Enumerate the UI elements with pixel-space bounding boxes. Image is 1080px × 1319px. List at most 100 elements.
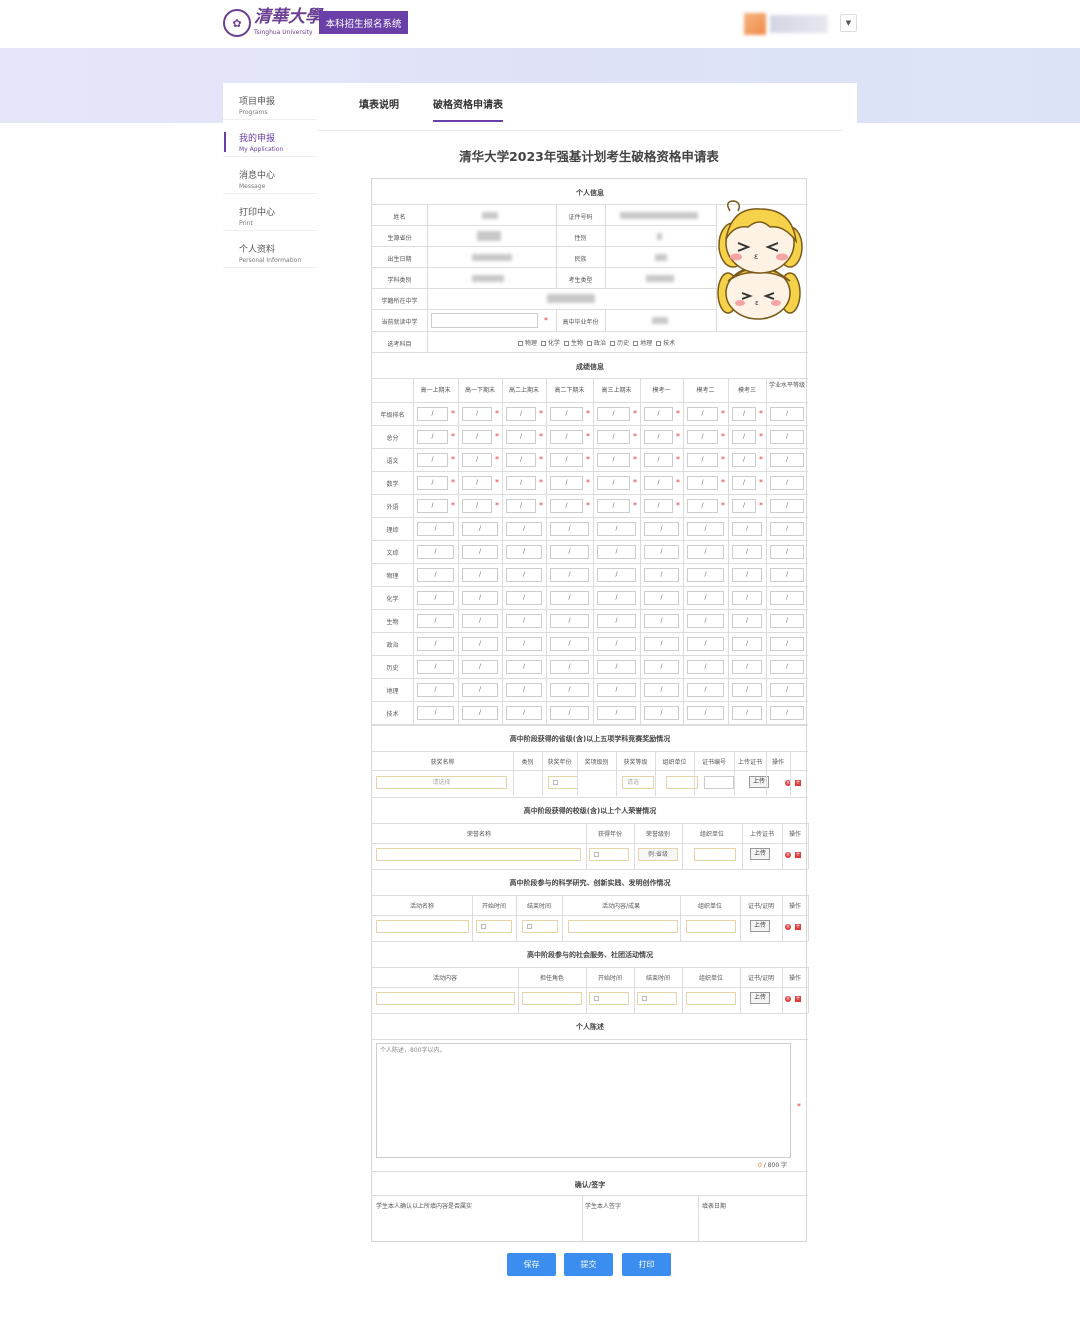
grade-input[interactable]: / xyxy=(770,476,804,490)
grade-input[interactable]: / xyxy=(687,476,718,490)
grade-input[interactable]: / xyxy=(417,637,454,651)
grade-input[interactable]: / xyxy=(417,545,454,559)
grade-input[interactable]: / xyxy=(550,706,589,720)
grade-input[interactable]: / xyxy=(597,407,630,421)
grade-input[interactable]: / xyxy=(770,453,804,467)
avatar[interactable] xyxy=(744,13,766,35)
grade-input[interactable]: / xyxy=(506,522,542,536)
grade-input[interactable]: / xyxy=(506,407,536,421)
grade-input[interactable]: / xyxy=(770,660,804,674)
grade-input[interactable]: / xyxy=(644,407,673,421)
grade-input[interactable]: / xyxy=(687,660,724,674)
grade-input[interactable]: / xyxy=(550,407,583,421)
subject-checkbox-6[interactable]: 技术 xyxy=(652,340,675,347)
grade-input[interactable]: / xyxy=(417,660,454,674)
grade-input[interactable]: / xyxy=(550,660,589,674)
grade-input[interactable]: / xyxy=(462,476,492,490)
grade-input[interactable]: / xyxy=(732,568,762,582)
grade-input[interactable]: / xyxy=(597,660,636,674)
grade-input[interactable]: / xyxy=(506,568,542,582)
grade-input[interactable]: / xyxy=(732,545,762,559)
remove-row-icon[interactable]: × xyxy=(785,852,791,858)
grade-input[interactable]: / xyxy=(644,660,679,674)
tab-application-form[interactable]: 破格资格申请表 xyxy=(433,96,503,122)
grade-input[interactable]: / xyxy=(770,545,804,559)
grade-input[interactable]: / xyxy=(687,706,724,720)
grade-input[interactable]: / xyxy=(597,706,636,720)
personal-statement-textarea[interactable]: 个人陈述，800字以内。 xyxy=(376,1043,791,1158)
subject-checkbox-4[interactable]: 历史 xyxy=(606,340,629,347)
grade-input[interactable]: / xyxy=(550,545,589,559)
grade-input[interactable]: / xyxy=(550,476,583,490)
grade-input[interactable]: / xyxy=(506,660,542,674)
remove-row-icon[interactable]: × xyxy=(785,924,791,930)
grade-input[interactable]: / xyxy=(597,499,630,513)
grade-input[interactable]: / xyxy=(506,614,542,628)
grade-input[interactable]: / xyxy=(462,591,498,605)
grade-input[interactable]: / xyxy=(506,476,536,490)
grade-input[interactable]: / xyxy=(462,407,492,421)
grade-input[interactable]: / xyxy=(687,637,724,651)
upload-button[interactable]: 上传 xyxy=(750,920,770,932)
checkbox-icon[interactable] xyxy=(633,341,639,346)
subject-checkbox-0[interactable]: 物理 xyxy=(514,340,537,347)
grade-input[interactable]: / xyxy=(417,683,454,697)
grade-input[interactable]: / xyxy=(687,614,724,628)
grade-input[interactable]: / xyxy=(687,407,718,421)
grade-input[interactable]: / xyxy=(550,683,589,697)
grade-input[interactable]: / xyxy=(417,476,448,490)
grade-input[interactable]: / xyxy=(687,545,724,559)
upload-button[interactable]: 上传 xyxy=(750,848,770,860)
grade-input[interactable]: / xyxy=(462,522,498,536)
honor-name-input[interactable] xyxy=(376,848,581,861)
role-input[interactable] xyxy=(522,992,582,1005)
award-name-select[interactable]: 请选择 xyxy=(376,776,507,789)
grade-input[interactable]: / xyxy=(462,614,498,628)
checkbox-icon[interactable] xyxy=(656,341,662,346)
add-row-icon[interactable]: + xyxy=(795,996,801,1002)
grade-input[interactable]: / xyxy=(732,499,756,513)
date-picker[interactable] xyxy=(637,992,677,1005)
add-row-icon[interactable]: + xyxy=(795,924,801,930)
grade-input[interactable]: / xyxy=(770,499,804,513)
grade-input[interactable]: / xyxy=(770,568,804,582)
grade-input[interactable]: / xyxy=(462,545,498,559)
grade-input[interactable]: / xyxy=(506,706,542,720)
grade-input[interactable]: / xyxy=(770,637,804,651)
service-content-input[interactable] xyxy=(376,992,515,1005)
honor-level-select[interactable]: 例:省级 xyxy=(638,848,678,861)
grade-input[interactable]: / xyxy=(732,637,762,651)
add-row-icon[interactable]: + xyxy=(795,780,801,786)
grade-input[interactable]: / xyxy=(770,614,804,628)
grade-input[interactable]: / xyxy=(462,499,492,513)
print-button[interactable]: 打印 xyxy=(622,1253,671,1276)
grade-input[interactable]: / xyxy=(417,568,454,582)
activity-content-input[interactable] xyxy=(568,920,678,933)
organizer-input[interactable] xyxy=(686,920,736,933)
grade-input[interactable]: / xyxy=(644,637,679,651)
sidebar-item-print[interactable]: 打印中心 Print xyxy=(223,194,317,231)
certificate-number-input[interactable] xyxy=(704,776,734,789)
organizer-input[interactable] xyxy=(694,848,736,861)
grade-input[interactable]: / xyxy=(506,683,542,697)
grade-input[interactable]: / xyxy=(687,568,724,582)
grade-input[interactable]: / xyxy=(550,637,589,651)
grade-input[interactable]: / xyxy=(506,637,542,651)
sidebar-item-my-application[interactable]: 我的申报 My Application xyxy=(223,120,317,157)
grade-input[interactable]: / xyxy=(644,453,673,467)
current-school-input[interactable] xyxy=(431,313,538,328)
grade-input[interactable]: / xyxy=(597,522,636,536)
grade-input[interactable]: / xyxy=(732,430,756,444)
grade-input[interactable]: / xyxy=(770,706,804,720)
sidebar-item-programs[interactable]: 项目申报 Programs xyxy=(223,83,317,120)
user-name[interactable] xyxy=(770,15,828,33)
grade-input[interactable]: / xyxy=(506,453,536,467)
grade-input[interactable]: / xyxy=(597,430,630,444)
subject-checkbox-2[interactable]: 生物 xyxy=(560,340,583,347)
grade-input[interactable]: / xyxy=(417,499,448,513)
grade-input[interactable]: / xyxy=(732,407,756,421)
grade-input[interactable]: / xyxy=(597,545,636,559)
grade-input[interactable]: / xyxy=(687,683,724,697)
grade-input[interactable]: / xyxy=(550,430,583,444)
grade-input[interactable]: / xyxy=(506,591,542,605)
